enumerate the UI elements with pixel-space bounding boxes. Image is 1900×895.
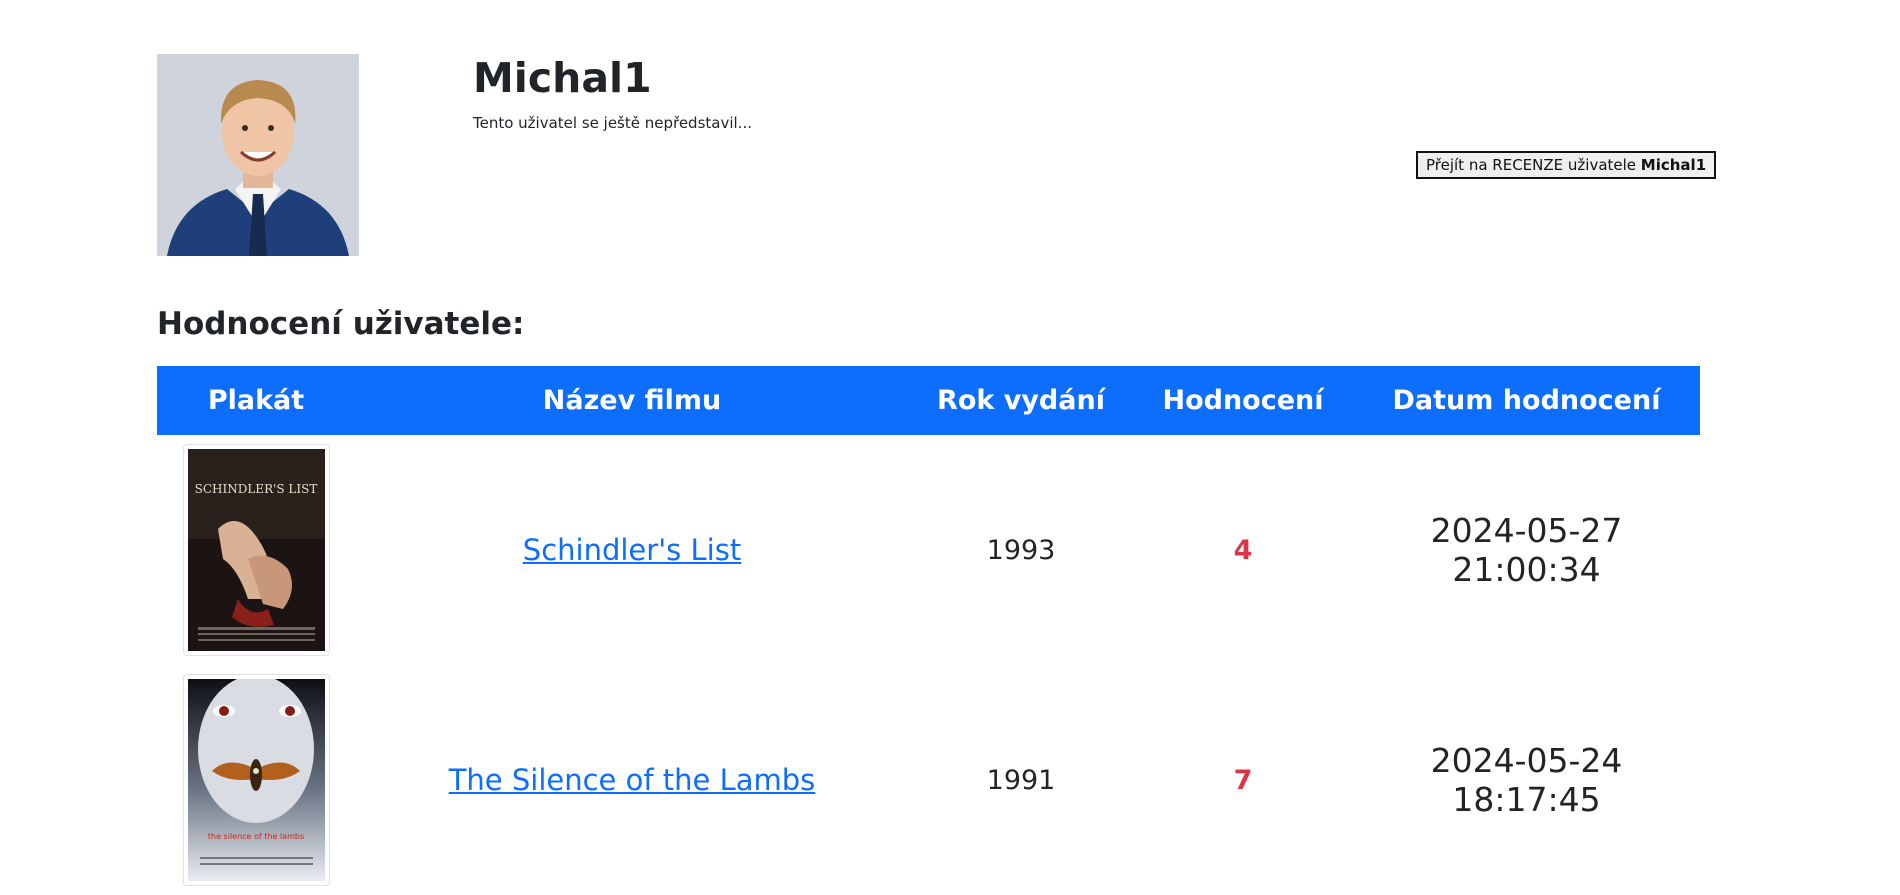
rating-date: 2024-05-27 21:00:34: [1430, 511, 1623, 589]
year-cell: 1993: [909, 435, 1133, 665]
user-reviews-button[interactable]: Přejít na RECENZE uživatele Michal1: [1416, 151, 1717, 179]
silence-of-the-lambs-poster[interactable]: the silence of the lambs: [182, 674, 330, 886]
date-cell: 2024-05-24 18:17:45: [1353, 665, 1700, 895]
rating-cell: 4: [1133, 435, 1353, 665]
profile-username: Michal1: [473, 54, 652, 102]
rating-cell: 7: [1133, 665, 1353, 895]
avatar: [157, 54, 359, 256]
release-year: 1991: [986, 764, 1056, 796]
reviews-button-label: Přejít na RECENZE uživatele: [1426, 156, 1641, 174]
rating-date: 2024-05-24 18:17:45: [1430, 741, 1623, 819]
year-cell: 1991: [909, 665, 1133, 895]
table-row: the silence of the lambs The Silence of …: [157, 665, 1700, 895]
rating-value: 4: [1233, 534, 1253, 566]
reviews-button-username: Michal1: [1640, 156, 1707, 174]
column-header-date: Datum hodnocení: [1392, 385, 1661, 416]
film-link[interactable]: The Silence of the Lambs: [449, 763, 816, 797]
date-cell: 2024-05-27 21:00:34: [1353, 435, 1700, 665]
column-header-title: Název filmu: [542, 385, 722, 416]
table-row: SCHINDLER'S LIST Schindler's List 1993 4…: [157, 435, 1700, 665]
poster-cell: SCHINDLER'S LIST: [157, 435, 355, 665]
poster-cell: the silence of the lambs: [157, 665, 355, 895]
rating-value: 7: [1233, 764, 1253, 796]
column-header-rating: Hodnocení: [1162, 385, 1324, 416]
column-header-poster: Plakát: [207, 385, 305, 416]
poster-title-text: the silence of the lambs: [207, 832, 303, 841]
profile-bio: Tento uživatel se ještě nepředstavil...: [473, 114, 752, 132]
ratings-table: Plakát Název filmu Rok vydání Hodnocení …: [157, 366, 1700, 895]
schindlers-list-poster[interactable]: SCHINDLER'S LIST: [182, 444, 330, 656]
column-header-year: Rok vydání: [937, 385, 1105, 416]
film-link[interactable]: Schindler's List: [523, 533, 741, 567]
title-cell: Schindler's List: [355, 435, 909, 665]
user-profile-page: Michal1 Tento uživatel se ještě nepředst…: [0, 0, 1900, 895]
title-cell: The Silence of the Lambs: [355, 665, 909, 895]
release-year: 1993: [986, 534, 1056, 566]
table-header-row: Plakát Název filmu Rok vydání Hodnocení …: [157, 366, 1700, 435]
poster-title-text: SCHINDLER'S LIST: [194, 482, 317, 496]
ratings-section-title: Hodnocení uživatele:: [157, 306, 525, 342]
